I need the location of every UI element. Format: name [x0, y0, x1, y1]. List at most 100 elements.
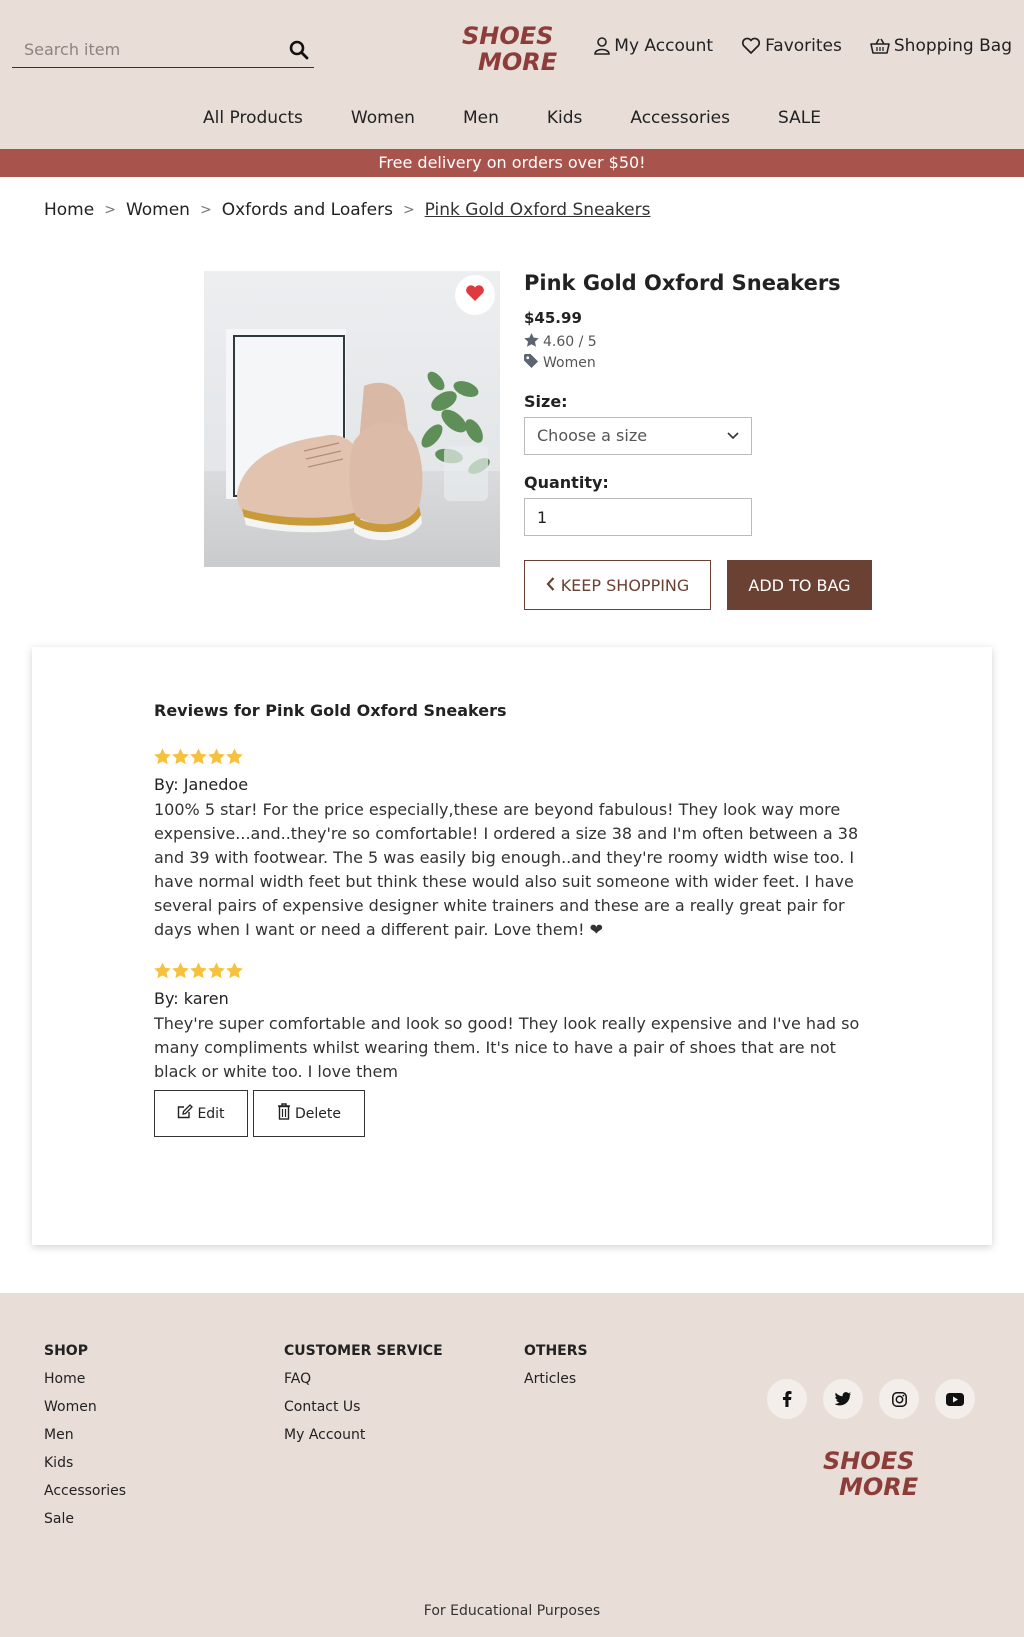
search-bar	[12, 32, 314, 68]
reviews-content: Reviews for Pink Gold Oxford Sneakers By…	[154, 701, 864, 1137]
footer-customer-service-heading: CUSTOMER SERVICE	[284, 1343, 443, 1359]
site-footer: SHOP Home Women Men Kids Accessories Sal…	[0, 1293, 1024, 1637]
footer-logo-line1: SHOES &	[823, 1447, 923, 1475]
review-item: By: karen They're super comfortable and …	[154, 962, 864, 1137]
breadcrumb-women[interactable]: Women	[126, 200, 190, 220]
review-stars	[154, 962, 864, 983]
my-account-link[interactable]: My Account	[594, 36, 713, 56]
size-select-value: Choose a size	[537, 426, 648, 445]
promo-banner: Free delivery on orders over $50!	[0, 149, 1024, 177]
footer-link-articles[interactable]: Articles	[524, 1371, 588, 1387]
tag-icon	[524, 354, 539, 372]
footer-link-contact-us[interactable]: Contact Us	[284, 1399, 443, 1415]
review-text: 100% 5 star! For the price especially,th…	[154, 800, 859, 939]
star-icon	[208, 748, 225, 769]
footer-link-kids[interactable]: Kids	[44, 1455, 126, 1471]
keep-shopping-button[interactable]: KEEP SHOPPING	[524, 560, 711, 610]
star-icon	[524, 333, 539, 351]
footer-others-column: OTHERS Articles	[524, 1343, 588, 1399]
edit-label: Edit	[197, 1105, 225, 1122]
review-author: By: karen	[154, 989, 229, 1008]
product-actions: KEEP SHOPPING ADD TO BAG	[524, 560, 884, 610]
breadcrumb-current[interactable]: Pink Gold Oxford Sneakers	[425, 200, 651, 220]
footer-shop-heading: SHOP	[44, 1343, 88, 1359]
star-icon	[190, 962, 207, 983]
breadcrumb-subcategory[interactable]: Oxfords and Loafers	[222, 200, 393, 220]
star-icon	[226, 962, 243, 983]
chevron-down-icon	[727, 432, 739, 440]
heart-filled-icon	[465, 284, 485, 306]
search-icon[interactable]	[288, 39, 310, 61]
footer-link-women[interactable]: Women	[44, 1399, 126, 1415]
breadcrumb-home[interactable]: Home	[44, 200, 94, 220]
size-select[interactable]: Choose a size	[524, 417, 752, 455]
site-header: SHOES & MORE My Account Favorites Shoppi…	[0, 0, 1024, 149]
user-icon	[594, 37, 611, 55]
product-category: Women	[524, 354, 884, 372]
nav-men[interactable]: Men	[439, 108, 523, 128]
shopping-bag-label: Shopping Bag	[893, 36, 1012, 56]
product-image	[204, 271, 500, 567]
product-info: Pink Gold Oxford Sneakers $45.99 4.60 / …	[524, 271, 884, 610]
social-links	[767, 1379, 975, 1419]
footer-link-sale[interactable]: Sale	[44, 1511, 126, 1527]
search-input[interactable]	[12, 32, 282, 66]
reviews-panel: Reviews for Pink Gold Oxford Sneakers By…	[32, 647, 992, 1245]
review-stars	[154, 748, 864, 769]
main-nav: All Products Women Men Kids Accessories …	[0, 108, 1024, 128]
footer-others-heading: OTHERS	[524, 1343, 588, 1359]
my-account-label: My Account	[614, 36, 714, 56]
nav-all-products[interactable]: All Products	[179, 108, 327, 128]
review-author: By: Janedoe	[154, 775, 249, 794]
star-icon	[172, 748, 189, 769]
delete-review-button[interactable]: Delete	[253, 1090, 365, 1137]
footer-link-home[interactable]: Home	[44, 1371, 126, 1387]
footer-customer-service-column: CUSTOMER SERVICE FAQ Contact Us My Accou…	[284, 1343, 443, 1455]
product-price: $45.99	[524, 309, 582, 327]
trash-icon	[277, 1103, 291, 1124]
nav-sale[interactable]: SALE	[754, 108, 845, 128]
top-nav: My Account Favorites Shopping Bag	[594, 36, 1012, 56]
footer-link-my-account[interactable]: My Account	[284, 1427, 443, 1443]
chevron-left-icon	[546, 576, 555, 595]
favorites-link[interactable]: Favorites	[741, 36, 842, 56]
breadcrumb-separator: >	[402, 202, 415, 218]
product-title: Pink Gold Oxford Sneakers	[524, 271, 841, 295]
rating-value: 4.60 / 5	[543, 334, 597, 350]
youtube-icon[interactable]	[935, 1379, 975, 1419]
footer-link-men[interactable]: Men	[44, 1427, 126, 1443]
footer-link-faq[interactable]: FAQ	[284, 1371, 443, 1387]
review-actions: Edit Delete	[154, 1090, 864, 1137]
logo-line2: MORE	[478, 48, 558, 76]
breadcrumb-separator: >	[199, 202, 212, 218]
size-label: Size:	[524, 392, 568, 411]
star-icon	[208, 962, 225, 983]
footer-shop-column: SHOP Home Women Men Kids Accessories Sal…	[44, 1343, 126, 1539]
add-to-bag-button[interactable]: ADD TO BAG	[727, 560, 872, 610]
favorite-toggle-button[interactable]	[455, 275, 495, 315]
footer-link-accessories[interactable]: Accessories	[44, 1483, 126, 1499]
keep-shopping-label: KEEP SHOPPING	[560, 575, 690, 595]
heart-outline-icon	[741, 37, 761, 55]
facebook-icon[interactable]	[767, 1379, 807, 1419]
star-icon	[154, 748, 171, 769]
edit-review-button[interactable]: Edit	[154, 1090, 248, 1137]
basket-icon	[870, 38, 890, 54]
twitter-icon[interactable]	[823, 1379, 863, 1419]
footer-logo[interactable]: SHOES & MORE	[823, 1445, 944, 1505]
instagram-icon[interactable]	[879, 1379, 919, 1419]
star-icon	[172, 962, 189, 983]
product-rating: 4.60 / 5	[524, 333, 884, 351]
category-value: Women	[543, 355, 596, 371]
footer-logo-line2: MORE	[839, 1473, 919, 1501]
edit-icon	[177, 1104, 194, 1123]
site-logo[interactable]: SHOES & MORE	[462, 20, 562, 76]
nav-accessories[interactable]: Accessories	[606, 108, 754, 128]
breadcrumb-separator: >	[104, 202, 116, 218]
shopping-bag-link[interactable]: Shopping Bag	[870, 36, 1012, 56]
nav-kids[interactable]: Kids	[523, 108, 607, 128]
footer-note: For Educational Purposes	[423, 1603, 601, 1619]
nav-women[interactable]: Women	[327, 108, 439, 128]
review-item: By: Janedoe 100% 5 star! For the price e…	[154, 748, 864, 942]
quantity-input[interactable]	[524, 498, 752, 536]
